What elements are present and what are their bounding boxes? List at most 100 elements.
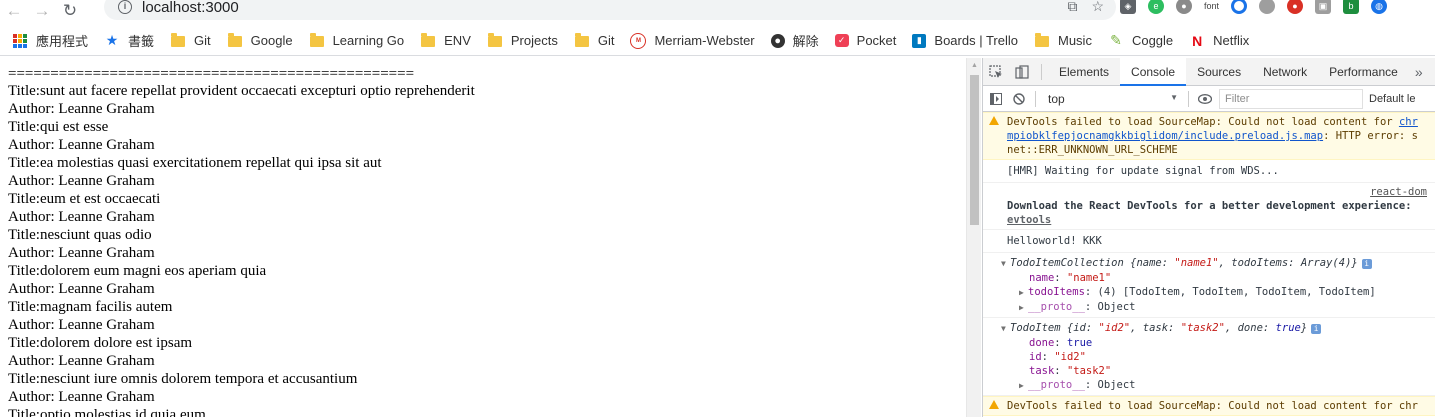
collapsed-arrow-icon[interactable]: ▶ (1019, 286, 1028, 300)
divider-line: ========================================… (8, 66, 415, 82)
bookmark-projects[interactable]: Projects (487, 33, 558, 49)
bookmark-netflix[interactable]: N Netflix (1189, 33, 1249, 49)
font-extension-label[interactable]: font (1204, 0, 1219, 14)
tab-performance[interactable]: Performance (1318, 58, 1409, 86)
summary-text: } (1300, 322, 1308, 334)
info-icon[interactable]: i (1361, 259, 1372, 269)
console-warning: DevTools failed to load SourceMap: Could… (983, 396, 1435, 416)
page-scrollbar[interactable]: ▲ (966, 58, 981, 417)
warning-text: DevTools failed to load SourceMap: Could… (1007, 400, 1418, 412)
folder-icon (309, 33, 325, 49)
expanded-arrow-icon[interactable]: ▼ (1001, 322, 1010, 336)
bookmark-music[interactable]: Music (1034, 33, 1092, 49)
property-key[interactable]: __proto__ (1028, 379, 1085, 391)
bookmark-star-icon[interactable]: ☆ (1091, 0, 1104, 15)
inspect-element-icon[interactable] (983, 58, 1009, 86)
object-summary[interactable]: ▼ TodoItem {id: "id2", task: "task2", don… (1001, 321, 1431, 336)
forward-arrow-icon[interactable]: → (28, 0, 56, 22)
link-icon[interactable]: b (1343, 0, 1360, 14)
post-author: Author: Leanne Graham (8, 173, 155, 189)
post-title: Title:dolorem eum magni eos aperiam quia (8, 263, 267, 279)
trello-icon: ▮ (912, 33, 927, 48)
summary-text: {id: (1060, 322, 1099, 334)
bookmark-git-2[interactable]: Git (574, 33, 615, 49)
sidebar-toggle-icon[interactable] (983, 85, 1009, 113)
property-key[interactable]: __proto__ (1028, 301, 1085, 313)
collapsed-arrow-icon[interactable]: ▶ (1019, 379, 1028, 393)
ring-icon[interactable] (1231, 0, 1248, 14)
shield-icon[interactable]: ◈ (1120, 0, 1136, 14)
star-icon: ★ (105, 32, 119, 48)
bookmark-coggle[interactable]: ✎ Coggle (1108, 32, 1174, 49)
camera-icon[interactable]: ▣ (1315, 0, 1332, 14)
property-value: Object (1091, 301, 1136, 313)
tab-console[interactable]: Console (1120, 58, 1187, 86)
back-arrow-icon[interactable]: ← (0, 0, 28, 22)
folder-icon (420, 33, 436, 49)
reload-icon[interactable]: ↻ (56, 0, 84, 22)
bookmark-bookmarks[interactable]: ★ 書籤 (104, 31, 154, 50)
folder-icon (227, 33, 243, 49)
tab-sources[interactable]: Sources (1186, 58, 1252, 86)
filter-input[interactable]: Filter (1219, 88, 1363, 109)
sourcemap-link[interactable]: chr (1399, 116, 1418, 128)
bookmark-trello[interactable]: ▮ Boards | Trello (912, 33, 1018, 48)
bookmark-label: Git (194, 33, 211, 48)
post-title: Title:qui est esse (8, 119, 109, 135)
bookmark-merriam-webster[interactable]: M Merriam-Webster (630, 32, 755, 49)
bookmark-apps[interactable]: 應用程式 (12, 31, 88, 50)
bookmark-learning-go[interactable]: Learning Go (309, 33, 404, 49)
post-author: Author: Leanne Graham (8, 101, 155, 117)
post-author: Author: Leanne Graham (8, 209, 155, 225)
globe-icon[interactable]: ◍ (1371, 0, 1388, 14)
collapsed-arrow-icon[interactable]: ▶ (1019, 301, 1028, 315)
info-icon[interactable]: i (1311, 324, 1322, 334)
post-author: Author: Leanne Graham (8, 317, 155, 333)
expanded-arrow-icon[interactable]: ▼ (1001, 257, 1010, 271)
bookmark-git[interactable]: Git (170, 33, 211, 49)
post-title: Title:optio molestias id quia eum (8, 407, 206, 417)
property-key[interactable]: todoItems (1028, 286, 1085, 298)
react-devtools-link[interactable]: evtools (1007, 214, 1051, 226)
bookmark-label: ENV (444, 33, 471, 48)
console-object-todoitem: ▼ TodoItem {id: "id2", task: "task2", don… (983, 318, 1435, 396)
record-icon[interactable]: ● (1287, 0, 1304, 14)
more-tabs-icon[interactable]: » (1409, 64, 1429, 80)
post-author: Author: Leanne Graham (8, 245, 155, 261)
translate-icon[interactable]: ⧉ (1067, 0, 1077, 15)
bookmark-pocket[interactable]: ✓ Pocket (834, 33, 896, 48)
bookmark-google[interactable]: Google (227, 33, 293, 49)
property-key: name (1029, 272, 1055, 284)
context-selector[interactable]: top (1042, 92, 1182, 106)
property-value: "name1" (1066, 272, 1112, 284)
bookmark-env[interactable]: ENV (420, 33, 471, 49)
bookmark-github[interactable]: ● 解除 (770, 31, 819, 50)
object-summary[interactable]: ▼ TodoItemCollection {name: "name1", todo… (1001, 256, 1431, 271)
evernote-icon[interactable]: e (1148, 0, 1164, 14)
bookmark-label: 書籤 (128, 34, 155, 49)
bookmark-label: Coggle (1131, 33, 1174, 48)
scroll-up-icon[interactable]: ▲ (967, 58, 982, 73)
divider (1188, 90, 1189, 107)
scrollbar-thumb[interactable] (970, 75, 979, 225)
tab-elements[interactable]: Elements (1048, 58, 1120, 86)
eye-icon[interactable] (1195, 85, 1215, 113)
log-levels-dropdown[interactable]: Default le (1369, 93, 1415, 105)
tab-network[interactable]: Network (1252, 58, 1318, 86)
sourcemap-link[interactable]: mpiobklfepjocnamgkkbiglidom/include.prel… (1007, 130, 1323, 142)
clear-console-icon[interactable] (1009, 85, 1029, 113)
folder-icon (170, 33, 186, 49)
device-toolbar-icon[interactable] (1009, 58, 1035, 86)
post-author: Author: Leanne Graham (8, 281, 155, 297)
address-bar[interactable]: i localhost:3000 ⧉ ☆ (104, 0, 1116, 20)
info-icon[interactable]: i (118, 0, 132, 14)
circle-icon[interactable] (1259, 0, 1276, 14)
summary-value: "task2" (1180, 322, 1225, 334)
bookmark-label: Git (597, 33, 615, 48)
post-title: Title:eum et est occaecati (8, 191, 161, 207)
property-key: task (1029, 365, 1055, 377)
elephant-icon[interactable]: ● (1176, 0, 1192, 14)
source-link[interactable]: react-dom (1007, 185, 1431, 199)
warning-text: : HTTP error: s (1323, 130, 1418, 142)
url-text[interactable]: localhost:3000 (142, 0, 239, 16)
